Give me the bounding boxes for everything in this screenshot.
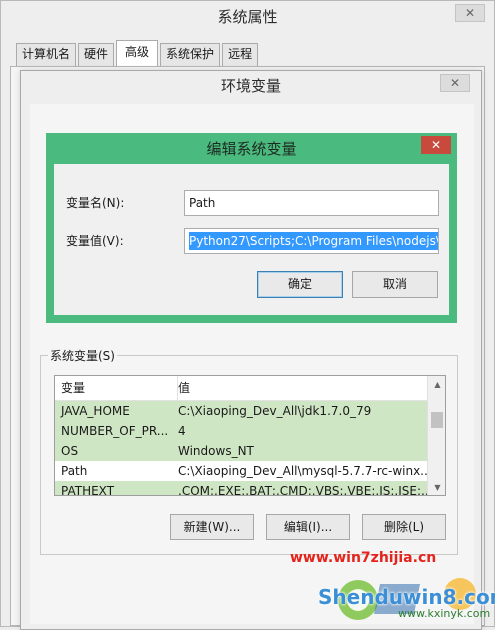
system-properties-title: 系统属性 — [217, 8, 278, 26]
variable-name: OS — [61, 444, 79, 458]
system-properties-close-button[interactable]: ✕ — [455, 4, 485, 22]
system-properties-tabbar: 计算机名 硬件 高级 系统保护 远程 — [16, 40, 259, 66]
variable-name-input[interactable]: Path — [184, 190, 439, 216]
tab-computer-name[interactable]: 计算机名 — [16, 43, 77, 66]
system-variables-label: 系统变量(S) — [48, 347, 117, 364]
variable-name-input-text: Path — [189, 196, 216, 210]
environment-variables-title: 环境变量 — [220, 77, 281, 95]
variable-value: 4 — [178, 424, 186, 438]
edit-variable-button[interactable]: 编辑(I)... — [266, 514, 350, 540]
list-header: 变量 值 — [55, 376, 427, 401]
new-variable-button[interactable]: 新建(W)... — [170, 514, 254, 540]
delete-variable-button[interactable]: 删除(L) — [362, 514, 446, 540]
column-header-variable[interactable]: 变量 — [55, 376, 178, 400]
close-icon: ✕ — [449, 76, 461, 90]
edit-system-variable-title: 编辑系统变量 — [206, 140, 297, 158]
column-header-value[interactable]: 值 — [172, 376, 433, 400]
table-row[interactable]: JAVA_HOME C:\Xiaoping_Dev_All\jdk1.7.0_7… — [55, 401, 427, 421]
ok-button[interactable]: 确定 — [257, 271, 343, 298]
system-variables-list[interactable]: 变量 值 JAVA_HOME C:\Xiaoping_Dev_All\jdk1.… — [54, 375, 446, 496]
edit-dialog-close-button[interactable]: ✕ — [421, 136, 451, 154]
watermark-site-name: Shenduwin8.com — [318, 585, 495, 609]
tab-advanced[interactable]: 高级 — [116, 40, 159, 66]
list-vertical-scrollbar[interactable]: ▲ ▼ — [427, 376, 445, 495]
watermark-site-url: www.kxinyk.com — [398, 607, 491, 620]
variable-value: Windows_NT — [178, 444, 254, 458]
variable-name-label: 变量名(N): — [66, 196, 125, 210]
table-row[interactable]: PATHEXT .COM;.EXE;.BAT;.CMD;.VBS;.VBE;.J… — [55, 481, 428, 496]
table-row[interactable]: Path C:\Xiaoping_Dev_All\mysql-5.7.7-rc-… — [55, 461, 428, 481]
variable-value: C:\Xiaoping_Dev_All\mysql-5.7.7-rc-winx.… — [178, 464, 428, 478]
variable-name: Path — [61, 464, 88, 478]
watermark-url: www.win7zhijia.cn — [290, 550, 437, 566]
tab-hardware[interactable]: 硬件 — [78, 43, 115, 66]
table-row[interactable]: OS Windows_NT — [55, 441, 427, 461]
environment-variables-close-button[interactable]: ✕ — [440, 74, 470, 92]
variable-name: NUMBER_OF_PR... — [61, 424, 169, 438]
variable-value-selected-text: Python27\Scripts;C:\Program Files\nodejs… — [189, 232, 439, 250]
variable-value: .COM;.EXE;.BAT;.CMD;.VBS;.VBE;.JS;.JSE;.… — [178, 484, 428, 496]
variable-name: PATHEXT — [61, 484, 115, 496]
tab-remote[interactable]: 远程 — [222, 43, 259, 66]
scroll-down-icon[interactable]: ▼ — [428, 479, 445, 495]
close-icon: ✕ — [430, 138, 442, 152]
table-row[interactable]: NUMBER_OF_PR... 4 — [55, 421, 427, 441]
variable-value: C:\Xiaoping_Dev_All\jdk1.7.0_79 — [178, 404, 372, 418]
variable-value-label: 变量值(V): — [66, 234, 124, 248]
scroll-up-icon[interactable]: ▲ — [428, 376, 445, 392]
scrollbar-thumb[interactable] — [431, 412, 443, 428]
variable-name: JAVA_HOME — [61, 404, 130, 418]
close-icon: ✕ — [464, 6, 476, 20]
variable-value-input[interactable]: Python27\Scripts;C:\Program Files\nodejs… — [184, 228, 439, 254]
tab-system-protection[interactable]: 系统保护 — [160, 43, 221, 66]
cancel-button[interactable]: 取消 — [352, 271, 438, 298]
